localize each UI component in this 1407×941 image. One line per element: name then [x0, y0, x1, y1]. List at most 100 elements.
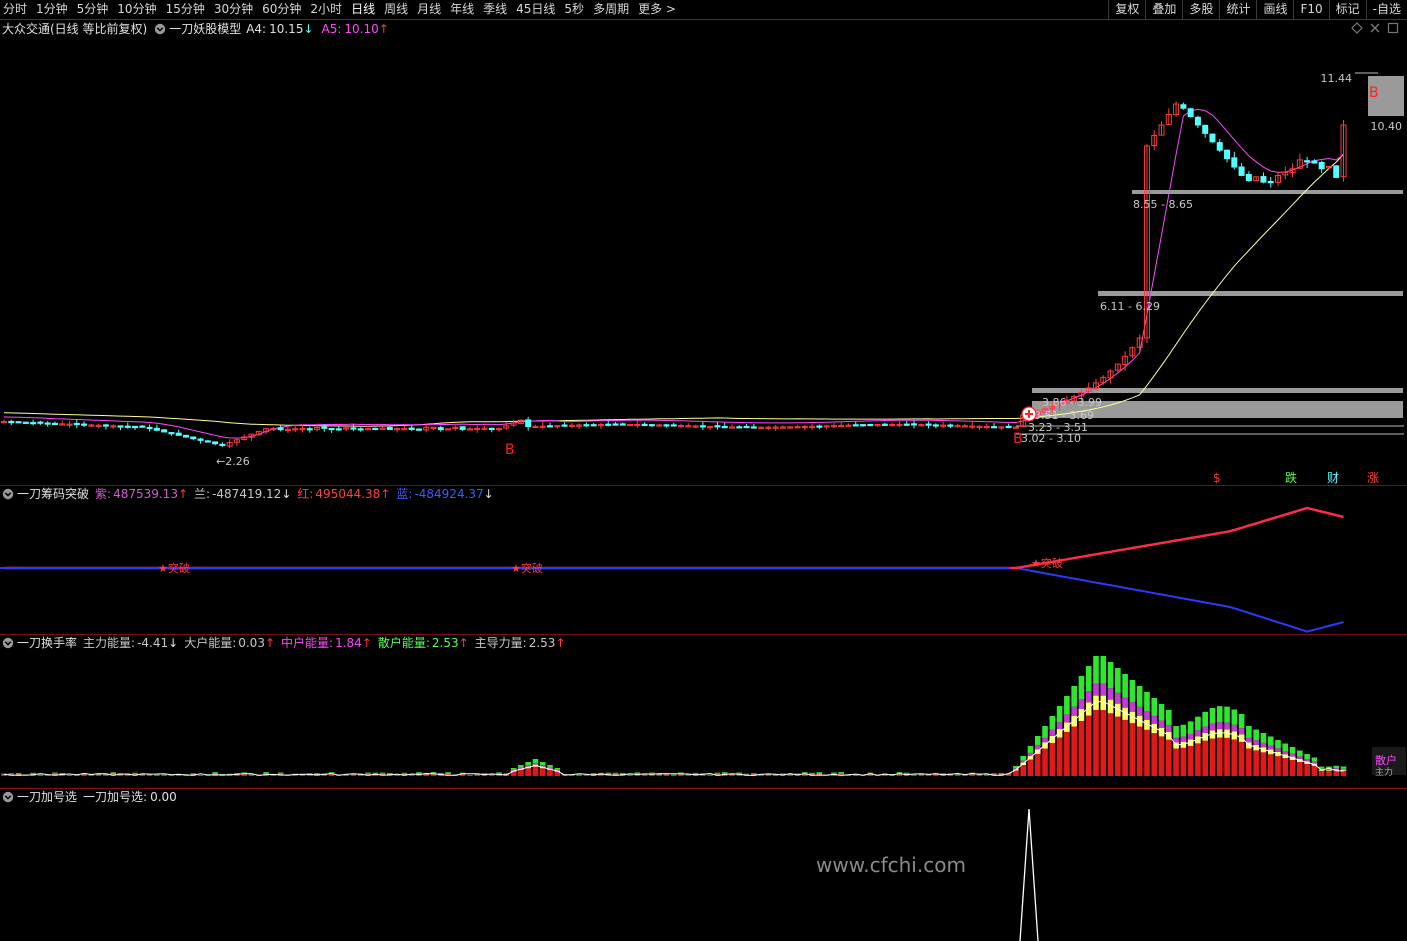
period-tab[interactable]: 多周期	[590, 0, 632, 19]
main-force-bar	[758, 775, 764, 776]
retail-bar	[598, 772, 604, 774]
toolbar-button[interactable]: 叠加	[1145, 0, 1182, 19]
candle-body	[699, 425, 706, 428]
candle-body	[932, 424, 939, 427]
main-force-bar	[154, 775, 160, 776]
toolbar-button[interactable]: 复权	[1108, 0, 1145, 19]
main-force-bar	[852, 775, 859, 776]
b-signal-marker: B	[505, 442, 515, 458]
toolbar-button[interactable]: 统计	[1219, 0, 1256, 19]
retail-bar	[1297, 750, 1303, 757]
period-tab[interactable]: 5秒	[561, 0, 587, 19]
retail-bar	[721, 772, 728, 774]
retail-bar	[510, 768, 517, 770]
retail-bar	[1020, 756, 1026, 761]
candle-body	[190, 436, 197, 440]
main-force-bar	[1020, 765, 1026, 776]
candle-body	[37, 421, 44, 424]
main-force-bar	[1260, 752, 1267, 776]
candle-body	[1224, 149, 1231, 160]
signal-chart[interactable]	[0, 789, 1407, 941]
retail-bar	[751, 773, 757, 774]
mid-holder-bar	[1151, 715, 1158, 724]
period-tab[interactable]: 季线	[480, 0, 510, 19]
retail-bar	[1231, 709, 1238, 725]
candle-body	[459, 426, 466, 430]
main-force-bar	[787, 774, 794, 776]
toolbar-button[interactable]: -自选	[1365, 0, 1407, 19]
retail-bar	[328, 772, 335, 774]
period-tab[interactable]: 分时	[0, 0, 30, 19]
candle-body	[860, 424, 867, 427]
retail-bar	[1085, 666, 1092, 692]
toolbar-button[interactable]: 标记	[1328, 0, 1366, 19]
period-tab[interactable]: 45日线	[513, 0, 558, 19]
period-tab[interactable]: 周线	[381, 0, 411, 19]
retail-bar	[1340, 766, 1347, 769]
candle-body	[714, 425, 721, 428]
turnover-chart[interactable]: 散户主力	[0, 635, 1407, 788]
main-force-bar	[1311, 765, 1318, 776]
candle-body	[1194, 116, 1201, 126]
breakout-label: ★突破	[511, 561, 543, 575]
retail-bar	[678, 772, 684, 774]
period-tab[interactable]: 日线	[348, 0, 378, 19]
retail-bar	[306, 773, 313, 774]
close-icon[interactable]	[1369, 22, 1381, 34]
main-force-bar	[37, 775, 44, 776]
mid-holder-bar	[1267, 745, 1274, 750]
retail-bar	[277, 772, 284, 774]
retail-bar	[15, 772, 22, 774]
settings-diamond-icon[interactable]	[1351, 22, 1363, 34]
candle-body	[925, 423, 932, 426]
period-tab[interactable]: 15分钟	[163, 0, 208, 19]
main-force-bar	[88, 775, 95, 776]
period-tab[interactable]: 2小时	[307, 0, 345, 19]
retail-bar	[692, 772, 699, 774]
mid-holder-bar	[1071, 706, 1077, 716]
candle-body	[73, 422, 80, 426]
blue-chip-line	[4, 567, 1344, 633]
main-force-bar	[66, 775, 73, 776]
period-tab[interactable]: 10分钟	[114, 0, 159, 19]
tag-die: 跌	[1285, 470, 1297, 485]
period-tab[interactable]: 月线	[414, 0, 444, 19]
retail-bar	[1056, 706, 1063, 723]
retail-bar	[525, 762, 531, 766]
main-force-bar	[583, 774, 590, 776]
main-force-bar	[911, 775, 917, 776]
period-tab[interactable]: 1分钟	[33, 0, 71, 19]
mid-holder-bar	[1078, 699, 1085, 709]
mid-holder-bar	[1049, 729, 1056, 736]
period-tab[interactable]: 30分钟	[211, 0, 256, 19]
candle-body	[1333, 165, 1340, 178]
maximize-icon[interactable]	[1387, 22, 1399, 34]
period-tab[interactable]: 60分钟	[259, 0, 304, 19]
main-force-bar	[954, 774, 961, 776]
retail-bar	[1195, 716, 1201, 731]
mid-holder-bar	[1216, 722, 1223, 730]
retail-bar	[1071, 686, 1077, 707]
main-force-bar	[933, 774, 939, 776]
toolbar-button[interactable]: F10	[1293, 0, 1328, 19]
retail-bar	[1151, 698, 1158, 716]
toolbar-button[interactable]: 多股	[1182, 0, 1219, 19]
right-toolbar: 复权 叠加 多股 统计 画线 F10 标记 -自选	[1108, 0, 1407, 19]
retail-bar	[1049, 716, 1056, 730]
candle-body	[197, 438, 204, 441]
period-tab[interactable]: 年线	[447, 0, 477, 19]
main-force-bar	[547, 769, 553, 776]
period-tab[interactable]: 5分钟	[74, 0, 112, 19]
price-chart[interactable]: 11.44 10.40 B 8.55 - 8.65 6.11 - 6.29 3.86 - …	[0, 20, 1407, 485]
candle-body	[881, 423, 888, 426]
candle-body	[1318, 161, 1325, 170]
chip-chart[interactable]: ★突破 ★突破 ★突破	[0, 486, 1407, 634]
support-zone-bar	[1132, 190, 1403, 194]
toolbar-button[interactable]: 画线	[1256, 0, 1293, 19]
mid-holder-bar	[1311, 761, 1318, 764]
period-tab[interactable]: 更多 >	[635, 0, 679, 19]
candle-body	[1005, 425, 1012, 429]
retail-bar	[1115, 668, 1121, 693]
main-force-bar	[270, 775, 277, 776]
candle-body	[1311, 160, 1318, 164]
